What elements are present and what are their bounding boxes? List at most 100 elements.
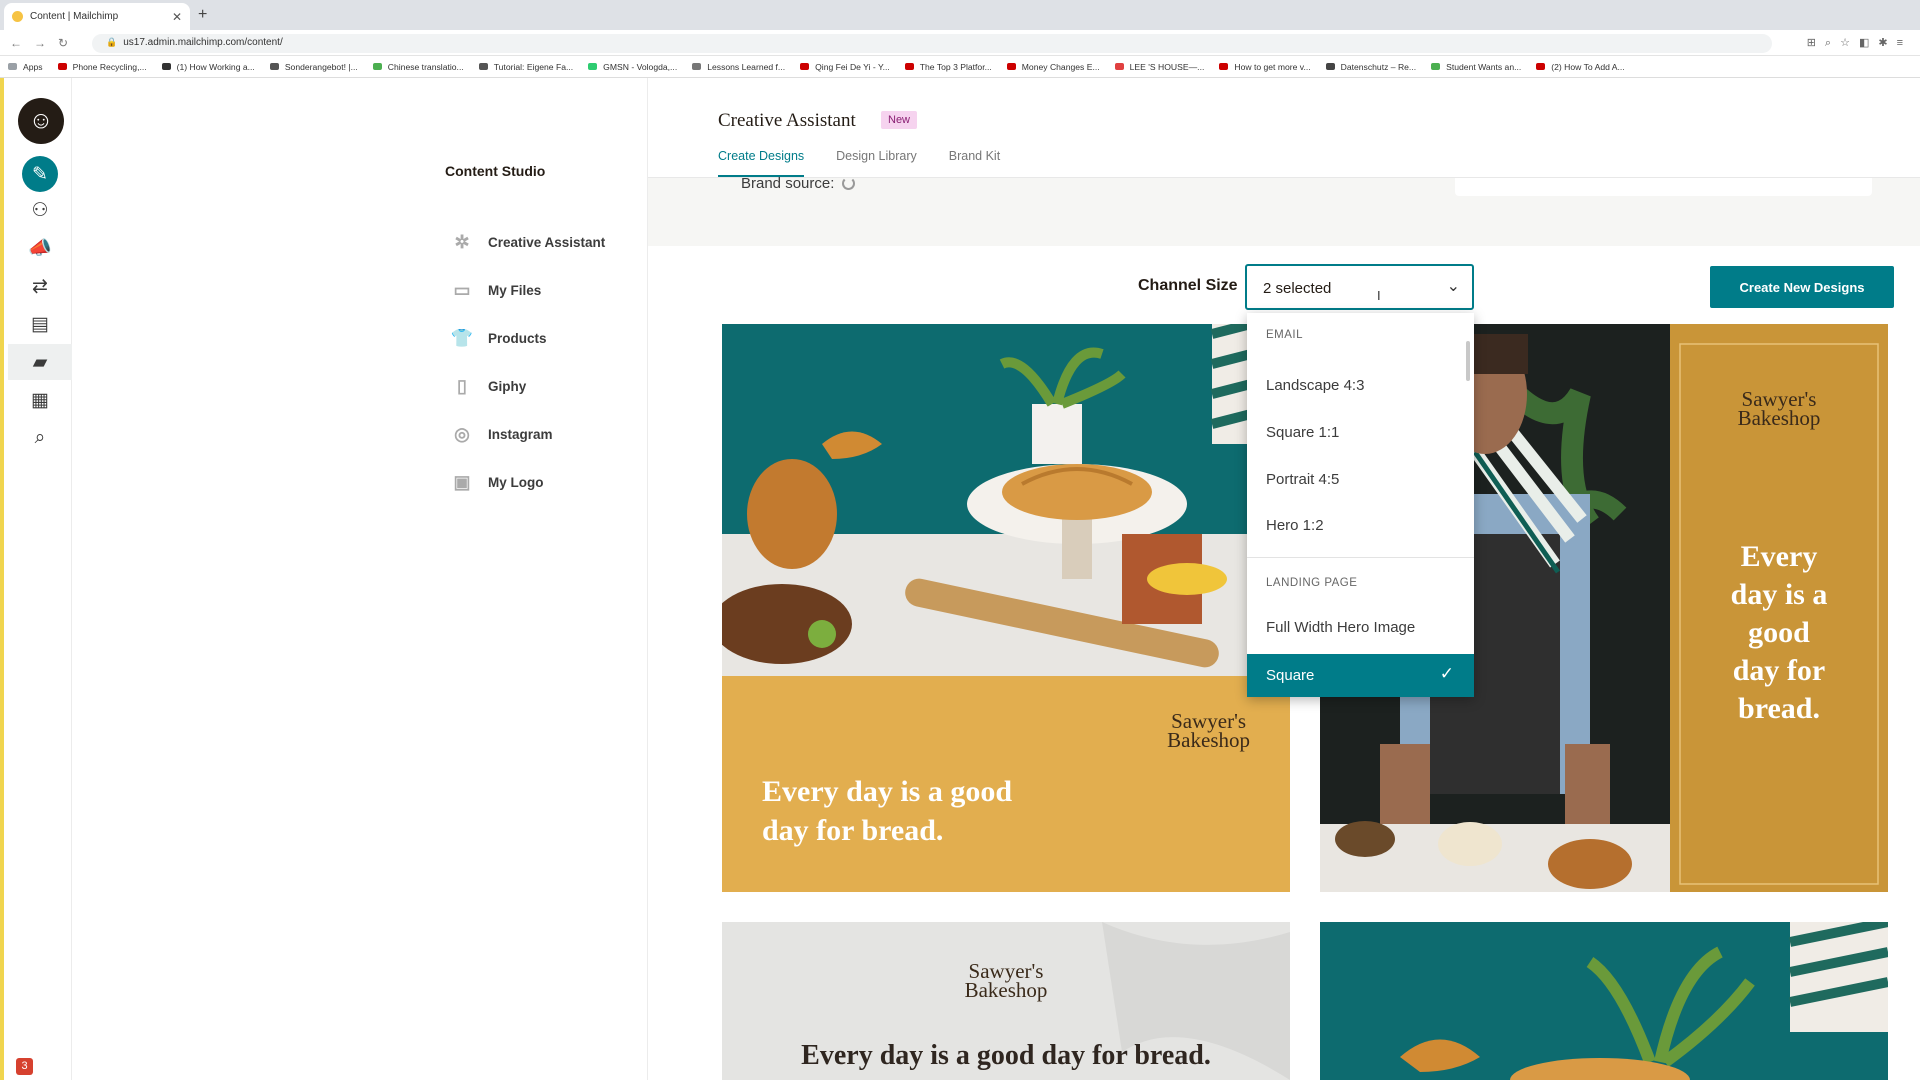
bookmark-item[interactable]: Money Changes E... (1006, 62, 1100, 72)
new-tab-icon[interactable]: + (198, 6, 207, 24)
bookmark-favicon-icon (161, 63, 171, 70)
channel-size-value: 2 selected (1263, 280, 1332, 297)
extension-icons[interactable]: ⊞⌕☆◧✱≡ (1807, 36, 1912, 50)
option-square-1-1[interactable]: Square 1:1 (1266, 424, 1339, 441)
sidebar-item-creative-assistant[interactable]: ✲ Creative Assistant (450, 232, 605, 253)
bookmark-label: The Top 3 Platfor... (919, 61, 992, 72)
dropdown-scrollbar[interactable] (1466, 341, 1470, 381)
option-full-width-hero[interactable]: Full Width Hero Image (1266, 619, 1415, 636)
option-hero[interactable]: Hero 1:2 (1266, 517, 1324, 534)
bookmark-favicon-icon (8, 63, 17, 70)
audience-icon[interactable]: ⚇ (22, 192, 58, 228)
reload-icon[interactable]: ↻ (58, 36, 68, 50)
sidebar-item-products[interactable]: 👕 Products (450, 328, 547, 349)
bookmark-item[interactable]: (2) How To Add A... (1536, 62, 1625, 72)
automation-icon[interactable]: ⇄ (22, 268, 58, 304)
url-field[interactable]: 🔒 us17.admin.mailchimp.com/content/ (92, 34, 1772, 53)
checkmark-icon: ✓ (1439, 664, 1454, 683)
bookmark-item[interactable]: Apps (8, 62, 43, 72)
back-icon[interactable]: ← (10, 36, 22, 50)
sidebar-item-my-logo[interactable]: ▣ My Logo (450, 472, 544, 493)
bookmark-item[interactable]: Tutorial: Eigene Fa... (478, 62, 573, 72)
browser-tab[interactable]: Content | Mailchimp ✕ (4, 3, 190, 30)
bookmark-item[interactable]: GMSN - Vologda,... (588, 62, 677, 72)
bookmark-item[interactable]: Qing Fei De Yi - Y... (800, 62, 890, 72)
folder-icon: ▭ (453, 280, 471, 300)
browser-tabstrip: Content | Mailchimp ✕ + (0, 0, 1920, 30)
brand-name-line: Bakeshop (964, 978, 1048, 1002)
lock-icon: 🔒 (106, 37, 118, 47)
sidebar-item-label: My Logo (488, 475, 544, 490)
tagline: Every day is a good day for bread. (762, 772, 1012, 850)
bookmark-favicon-icon (1114, 63, 1124, 70)
sidebar-item-label: Creative Assistant (488, 235, 606, 250)
bookmark-label: Student Wants an... (1446, 61, 1522, 72)
bookmark-item[interactable]: Lessons Learned f... (692, 62, 785, 72)
bakery-photo-crop (1320, 922, 1888, 1080)
pencil-icon[interactable]: ✎ (22, 156, 58, 192)
tagline-line: day for bread. (762, 814, 944, 847)
brand-name: Sawyer's Bakeshop (1167, 711, 1250, 751)
megaphone-icon[interactable]: 📣 (22, 230, 58, 266)
address-bar-row: ← → ↻ 🔒 us17.admin.mailchimp.com/content/… (0, 30, 1920, 56)
bookmark-label: Apps (23, 61, 43, 72)
bookmark-item[interactable]: The Top 3 Platfor... (904, 61, 992, 72)
design-card-photo[interactable] (1320, 922, 1888, 1080)
sidebar-item-label: Giphy (488, 379, 527, 394)
sidebar-item-my-files[interactable]: ▭ My Files (450, 280, 541, 301)
create-new-designs-button[interactable]: Create New Designs (1710, 266, 1894, 308)
text-cursor-icon: I (1377, 288, 1381, 303)
option-square-selected[interactable]: Square ✓ (1247, 654, 1474, 697)
integrations-grid-icon[interactable]: ▦ (22, 382, 58, 418)
forward-icon[interactable]: → (34, 36, 46, 50)
bookmark-item[interactable]: How to get more v... (1219, 61, 1311, 72)
website-icon[interactable]: ▤ (22, 306, 58, 342)
brand-name-line: Bakeshop (1737, 406, 1821, 430)
group-landing-label: LANDING PAGE (1266, 577, 1358, 589)
channel-size-select[interactable]: 2 selected ⌄ (1245, 264, 1474, 310)
tagline-vertical: Every day is a good day for bread. (1670, 538, 1888, 728)
bookmark-favicon-icon (478, 63, 488, 70)
group-email-label: EMAIL (1266, 329, 1304, 341)
search-icon[interactable]: ⌕ (22, 420, 58, 456)
sidebar-item-giphy[interactable]: ▯ Giphy (450, 376, 526, 397)
bookmark-item[interactable]: Datenschutz – Re... (1325, 62, 1416, 72)
tagline-line: bread. (1738, 692, 1820, 725)
sidebar-item-label: My Files (488, 283, 542, 298)
bookmark-label: How to get more v... (1234, 61, 1311, 72)
bookmark-item[interactable]: Sonderangebot! |... (269, 62, 358, 72)
option-portrait[interactable]: Portrait 4:5 (1266, 471, 1339, 488)
bookmark-favicon-icon (1325, 63, 1335, 70)
bookmark-favicon-icon (269, 63, 279, 70)
content-studio-panel (72, 78, 648, 1080)
sidebar-item-label: Products (488, 331, 547, 346)
bookmark-favicon-icon (800, 63, 810, 70)
brand-source-label: Brand source: (741, 175, 835, 192)
bakery-photo (722, 324, 1290, 676)
chevron-down-icon: ⌄ (1446, 278, 1460, 295)
mailchimp-logo-icon[interactable]: ☺ (18, 98, 64, 144)
bookmark-label: Lessons Learned f... (707, 61, 786, 72)
bookmark-label: Chinese translatio... (387, 61, 464, 72)
notification-badge[interactable]: 3 (16, 1058, 33, 1075)
bookmark-favicon-icon (1006, 63, 1016, 70)
design-card-landscape[interactable]: Sawyer's Bakeshop Every day is a good da… (722, 324, 1290, 892)
channel-size-label: Channel Size (1138, 277, 1238, 294)
tab-brand-kit[interactable]: Brand Kit (949, 149, 1000, 177)
bookmark-item[interactable]: Phone Recycling,... (57, 62, 147, 72)
close-tab-icon[interactable]: ✕ (172, 10, 182, 24)
tab-create-designs[interactable]: Create Designs (718, 149, 805, 177)
bookmark-item[interactable]: LEE 'S HOUSE—... (1114, 62, 1204, 72)
tab-design-library[interactable]: Design Library (836, 149, 917, 177)
bookmark-item[interactable]: Student Wants an... (1431, 62, 1521, 72)
option-landscape[interactable]: Landscape 4:3 (1266, 377, 1364, 394)
design-card-text[interactable]: Sawyer's Bakeshop Every day is a good da… (722, 922, 1290, 1080)
bookmark-label: (1) How Working a... (176, 61, 255, 72)
content-studio-icon[interactable]: ▰ (8, 344, 72, 380)
tagline-line: day for (1732, 654, 1826, 687)
bookmark-label: Qing Fei De Yi - Y... (815, 61, 890, 72)
bookmark-favicon-icon (588, 63, 598, 70)
sidebar-item-instagram[interactable]: ◎ Instagram (450, 424, 552, 445)
bookmark-item[interactable]: Chinese translatio... (372, 61, 464, 72)
bookmark-item[interactable]: (1) How Working a... (161, 61, 255, 72)
